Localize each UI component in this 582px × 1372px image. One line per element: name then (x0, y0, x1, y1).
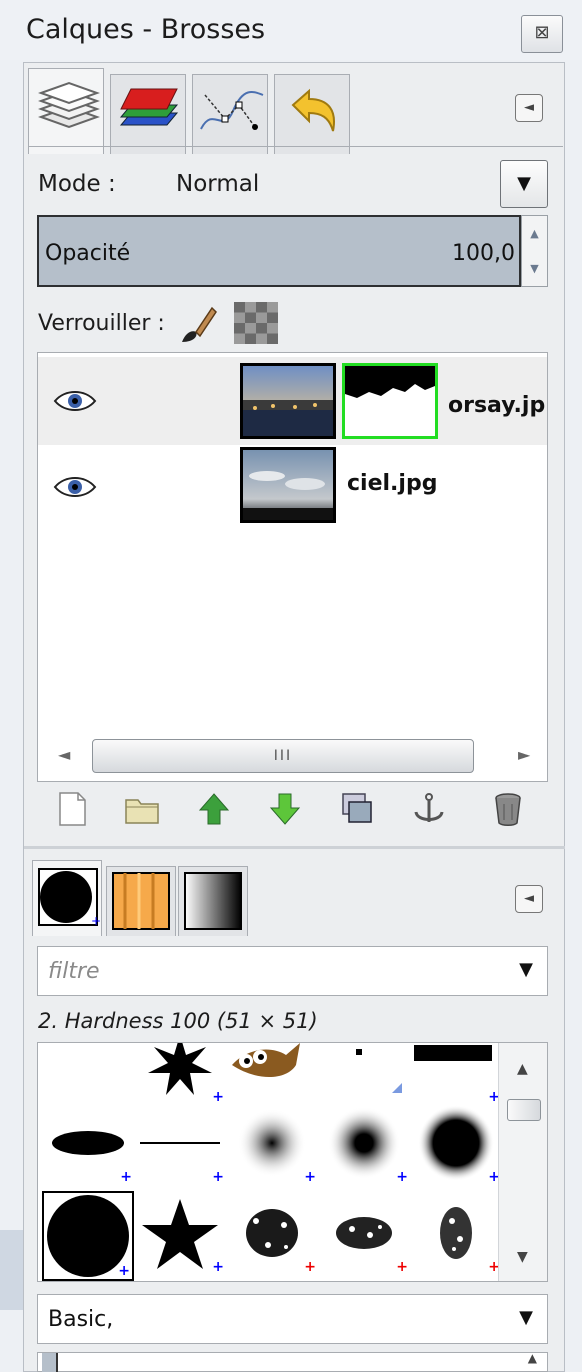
delete-layer-icon[interactable] (490, 790, 526, 828)
tab-layers[interactable] (28, 68, 104, 154)
mode-dropdown-button[interactable]: ▼ (500, 160, 548, 208)
brushes-tab-menu-button[interactable]: ◄ (515, 885, 543, 913)
tab-gradients[interactable] (178, 866, 248, 936)
slider-fill (42, 1353, 58, 1372)
scroll-thumb[interactable] (507, 1099, 541, 1121)
layers-horizontal-scrollbar[interactable]: ◄ III ► (40, 735, 545, 779)
tab-paths[interactable] (192, 74, 268, 154)
mode-value[interactable]: Normal (176, 171, 259, 197)
plus-badge: + (304, 1169, 316, 1185)
new-layer-icon[interactable] (54, 790, 90, 828)
opacity-value: 100,0 (452, 241, 515, 266)
brush-grid: + + + + + + + + + + + + ▲ ▼ (37, 1042, 548, 1282)
spin-up-button[interactable]: ▲ (522, 216, 547, 251)
lock-alpha-icon[interactable] (234, 302, 278, 344)
close-button[interactable]: ⊠ (521, 15, 563, 53)
brush-tag-combo[interactable]: Basic, ▼ (37, 1294, 548, 1344)
brush-cell[interactable]: + (318, 1105, 410, 1185)
layer-name[interactable]: ciel.jpg (347, 471, 437, 496)
pixel-brush-icon (356, 1049, 402, 1093)
layer-thumbnail (240, 447, 336, 523)
tab-undo-history[interactable] (274, 74, 350, 154)
plus-badge: + (212, 1169, 224, 1185)
tab-patterns[interactable] (106, 866, 176, 936)
filter-dropdown-arrow[interactable]: ▼ (519, 959, 533, 980)
plus-badge: + (212, 1259, 224, 1275)
dock-separator[interactable] (24, 846, 565, 849)
brush-grid-vertical-scrollbar[interactable]: ▲ ▼ (498, 1043, 547, 1281)
layer-mask-thumbnail[interactable] (342, 363, 438, 439)
plus-badge: + (396, 1169, 408, 1185)
title-bar: Calques - Brosses ⊠ (0, 0, 582, 60)
brush-cell[interactable] (226, 1043, 318, 1105)
scroll-down-arrow[interactable]: ▼ (517, 1249, 528, 1265)
lock-pixels-icon[interactable] (176, 302, 220, 346)
scroll-up-arrow[interactable]: ▲ (517, 1061, 528, 1077)
tag-dropdown-arrow[interactable]: ▼ (519, 1307, 533, 1328)
layers-list: orsay.jp ciel.jpg ◄ III ► (37, 352, 548, 782)
gradients-tab-icon (184, 872, 242, 930)
layer-thumbnail (240, 363, 336, 439)
plus-badge: + (304, 1259, 316, 1275)
scroll-thumb[interactable]: III (92, 739, 474, 773)
plus-badge: + (120, 1169, 132, 1185)
tag-value: Basic, (48, 1307, 114, 1332)
brush-cell[interactable]: + (410, 1195, 502, 1275)
window-title: Calques - Brosses (26, 14, 266, 45)
layer-row[interactable]: ciel.jpg (38, 445, 547, 533)
brush-cell[interactable]: + (410, 1043, 502, 1105)
background-window-edge (0, 1230, 24, 1310)
duplicate-layer-icon[interactable] (339, 790, 375, 828)
opacity-spinner[interactable]: ▲ ▼ (521, 215, 548, 287)
opacity-slider[interactable]: Opacité 100,0 (37, 215, 521, 287)
selected-brush-name: 2. Hardness 100 (51 × 51) (38, 1009, 318, 1033)
mode-label: Mode : (38, 171, 116, 197)
brush-cell[interactable] (318, 1043, 410, 1105)
filter-placeholder: filtre (48, 959, 100, 984)
brush-cell[interactable]: + (226, 1105, 318, 1185)
wilber-brush-icon (232, 1043, 300, 1077)
lock-label: Verrouiller : (38, 311, 165, 336)
spin-up-button[interactable]: ▲ (528, 1351, 537, 1365)
layers-dialog-tabs (28, 68, 368, 154)
scroll-right-arrow[interactable]: ► (518, 745, 530, 764)
layers-tab-icon (38, 81, 100, 129)
brushes-tab-icon: + (38, 868, 101, 928)
layer-row[interactable]: orsay.jp (38, 357, 547, 445)
tab-channels[interactable] (110, 74, 186, 154)
lower-layer-icon[interactable] (267, 790, 303, 828)
plus-badge: + (212, 1089, 224, 1105)
opacity-label: Opacité (45, 241, 131, 266)
brush-cell[interactable]: + (134, 1043, 226, 1105)
brush-cell[interactable]: + (410, 1105, 502, 1185)
brush-cell[interactable]: + (226, 1195, 318, 1275)
brush-cell[interactable]: + (318, 1195, 410, 1275)
brush-filter-input[interactable]: filtre ▼ (37, 946, 548, 996)
tab-brushes[interactable]: + (32, 860, 102, 936)
brush-cell[interactable]: + (134, 1105, 226, 1185)
brush-cell-selected[interactable]: + (42, 1191, 134, 1281)
tabs-divider (28, 146, 563, 147)
layer-name[interactable]: orsay.jp (448, 393, 545, 418)
eye-icon[interactable] (53, 389, 97, 413)
new-layer-group-icon[interactable] (124, 790, 160, 828)
eye-icon[interactable] (53, 475, 97, 499)
plus-badge: + (118, 1263, 130, 1279)
brush-cell[interactable]: + (134, 1195, 226, 1275)
undo-history-tab-icon (291, 88, 335, 132)
channels-tab-icon (119, 88, 179, 126)
brush-cell[interactable]: + (42, 1105, 134, 1185)
spin-down-button[interactable]: ▼ (522, 251, 547, 286)
plus-badge: + (396, 1259, 408, 1275)
layers-tab-menu-button[interactable]: ◄ (515, 94, 543, 122)
patterns-tab-icon (112, 872, 170, 930)
dock-window: Calques - Brosses ⊠ ◄ Mode: Normal ▼ Op… (0, 0, 582, 1372)
brush-spacing-slider[interactable]: ▲ (37, 1351, 548, 1372)
svg-text:+: + (91, 914, 101, 928)
paths-tab-icon (200, 90, 264, 130)
layer-actions-bar (37, 790, 548, 834)
scroll-left-arrow[interactable]: ◄ (58, 745, 70, 764)
raise-layer-icon[interactable] (196, 790, 232, 828)
anchor-layer-icon[interactable] (411, 790, 447, 828)
